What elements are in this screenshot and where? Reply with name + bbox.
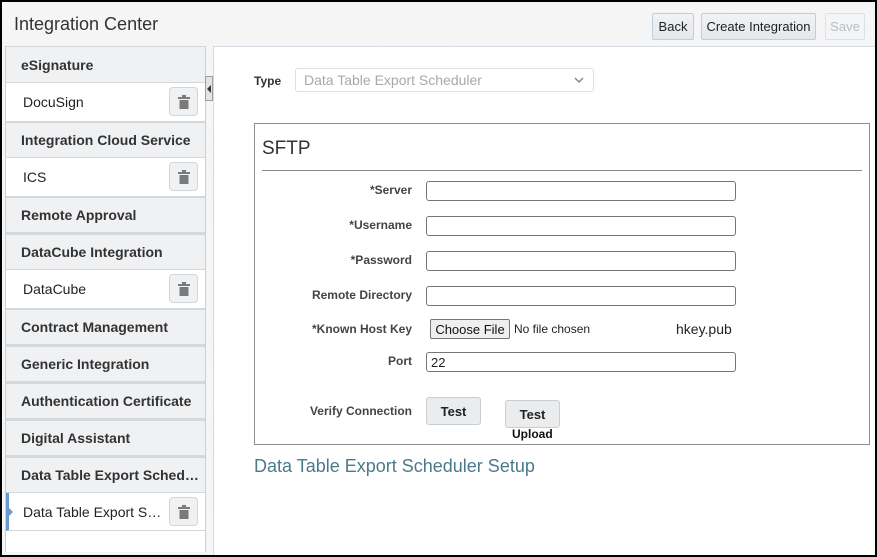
port-input[interactable] [426, 352, 736, 372]
trash-icon [177, 504, 190, 519]
group-label: Digital Assistant [21, 430, 131, 446]
group-label: Integration Cloud Service [21, 132, 191, 148]
sidebar-group-integration-cloud-service[interactable]: Integration Cloud Service [6, 121, 205, 158]
sidebar-group-generic-integration[interactable]: Generic Integration [6, 345, 205, 382]
trash-icon [177, 94, 190, 109]
group-label: Contract Management [21, 319, 169, 335]
password-label: *Password [350, 253, 412, 267]
delete-docusign-button[interactable] [169, 87, 198, 116]
main-panel: Type Data Table Export Scheduler SFTP *S… [213, 46, 875, 555]
sidebar-group-digital-assistant[interactable]: Digital Assistant [6, 419, 205, 456]
item-label: Data Table Export Scheduler [23, 503, 168, 520]
back-button[interactable]: Back [652, 13, 694, 40]
server-input[interactable] [426, 181, 736, 201]
sidebar-item-data-table-export-scheduler[interactable]: Data Table Export Scheduler [6, 493, 205, 531]
test-connection-button[interactable]: Test [426, 397, 481, 425]
test-upload-label: Test [519, 406, 546, 422]
group-label: Authentication Certificate [21, 393, 192, 409]
sidebar-group-data-table-export-scheduler[interactable]: Data Table Export Scheduler [6, 456, 205, 493]
group-label: eSignature [21, 56, 94, 73]
verify-connection-label: Verify Connection [309, 404, 412, 418]
sidebar-item-docusign[interactable]: DocuSign [6, 83, 205, 121]
item-label: DataCube [23, 281, 87, 297]
trash-icon [177, 169, 190, 184]
type-label: Type [254, 74, 282, 88]
item-label: DocuSign [23, 94, 84, 110]
current-host-key-file: hkey.pub [676, 321, 732, 337]
sidebar-group-esignature[interactable]: eSignature [6, 46, 205, 83]
server-label: *Server [369, 183, 412, 197]
sftp-divider [262, 170, 862, 171]
choose-file-button[interactable]: Choose File [430, 319, 510, 339]
group-label: Generic Integration [21, 356, 150, 372]
sidebar-group-remote-approval[interactable]: Remote Approval [6, 196, 205, 233]
sftp-section: SFTP *Server *Username *Password Remote … [254, 123, 870, 445]
item-label: ICS [23, 169, 47, 185]
remote-directory-label: Remote Directory [311, 288, 412, 302]
app-title: Integration Center [14, 14, 159, 34]
sidebar-item-datacube[interactable]: DataCube [6, 270, 205, 308]
type-select-value: Data Table Export Scheduler [304, 72, 482, 88]
test-upload-label-overflow: Upload [512, 427, 553, 441]
remote-directory-input[interactable] [426, 286, 736, 306]
port-label: Port [388, 354, 412, 368]
sidebar-group-datacube-integration[interactable]: DataCube Integration [6, 233, 205, 270]
sidebar-group-authentication-certificate[interactable]: Authentication Certificate [6, 382, 205, 419]
test-upload-button[interactable]: Test [505, 400, 560, 428]
group-label: DataCube Integration [21, 244, 163, 260]
header-bar: Integration Center Back Create Integrati… [2, 2, 875, 46]
save-button[interactable]: Save [825, 13, 865, 40]
username-label: *Username [349, 218, 412, 232]
group-label: Data Table Export Scheduler [21, 467, 199, 483]
integration-sidebar: eSignature DocuSign Integration Cloud Se… [5, 46, 206, 552]
delete-data-table-export-scheduler-button[interactable] [169, 497, 198, 526]
username-input[interactable] [426, 216, 736, 236]
collapse-sidebar-handle[interactable] [205, 76, 213, 101]
trash-icon [177, 281, 190, 296]
known-host-key-label: *Known Host Key [311, 322, 412, 336]
sidebar-item-ics[interactable]: ICS [6, 158, 205, 196]
setup-section-title: Data Table Export Scheduler Setup [254, 456, 535, 476]
sftp-title: SFTP [262, 138, 311, 159]
group-label: Remote Approval [21, 207, 137, 223]
password-input[interactable] [426, 251, 736, 271]
chevron-down-icon [574, 77, 584, 84]
delete-ics-button[interactable] [169, 162, 198, 191]
delete-datacube-button[interactable] [169, 274, 198, 303]
type-select[interactable]: Data Table Export Scheduler [295, 68, 594, 92]
sidebar-group-contract-management[interactable]: Contract Management [6, 308, 205, 345]
create-integration-button[interactable]: Create Integration [701, 13, 816, 40]
no-file-chosen-text: No file chosen [514, 322, 591, 336]
